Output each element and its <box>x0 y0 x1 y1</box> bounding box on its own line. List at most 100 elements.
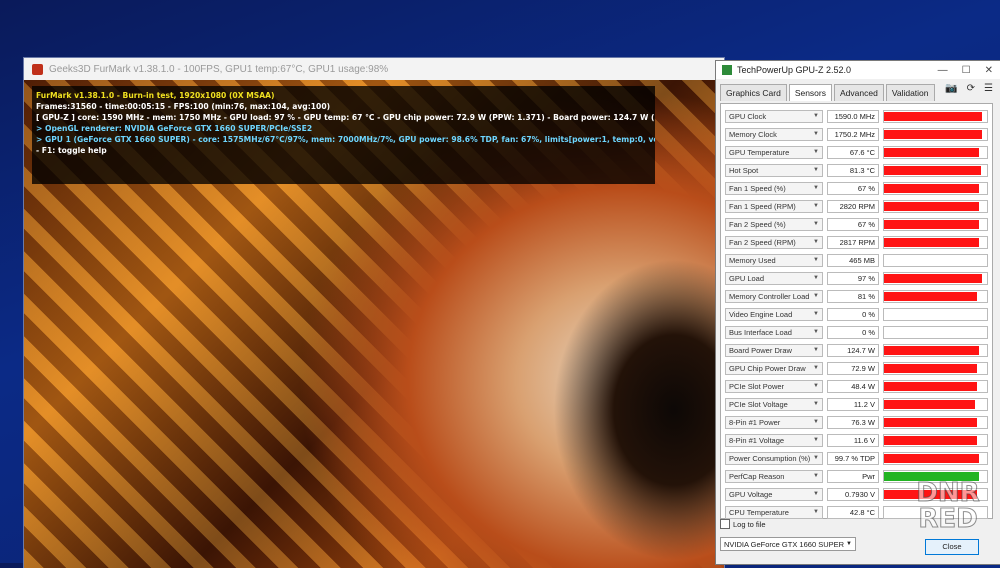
sensor-label-dropdown[interactable]: Memory Used ▼ <box>725 253 823 267</box>
sensor-row: Memory Clock ▼ 1750.2 MHz <box>725 126 988 142</box>
menu-icon[interactable]: ☰ <box>984 83 993 94</box>
sensor-graph-fill <box>884 363 977 373</box>
tab-sensors[interactable]: Sensors <box>788 84 832 101</box>
tab-graphics-card[interactable]: Graphics Card <box>720 84 787 101</box>
sensor-value: 465 MB <box>827 253 879 267</box>
chevron-down-icon: ▼ <box>813 401 819 407</box>
sensor-graph <box>883 289 988 303</box>
chevron-down-icon: ▼ <box>813 293 819 299</box>
sensor-label-dropdown[interactable]: Hot Spot ▼ <box>725 163 823 177</box>
sensor-value: 72.9 W <box>827 361 879 375</box>
watermark-line-2: RED <box>918 504 978 534</box>
chevron-down-icon: ▼ <box>813 113 819 119</box>
sensor-label-dropdown[interactable]: 8-Pin #1 Power ▼ <box>725 415 823 429</box>
sensor-value: 81.3 °C <box>827 163 879 177</box>
sensor-label-dropdown[interactable]: Memory Clock ▼ <box>725 127 823 141</box>
sensor-row: Board Power Draw ▼ 124.7 W <box>725 342 988 358</box>
sensor-label-dropdown[interactable]: Fan 1 Speed (%) ▼ <box>725 181 823 195</box>
sensor-graph-fill <box>884 417 977 427</box>
sensor-label-dropdown[interactable]: Bus Interface Load ▼ <box>725 325 823 339</box>
sensor-label-dropdown[interactable]: Board Power Draw ▼ <box>725 343 823 357</box>
sensor-label-dropdown[interactable]: PerfCap Reason ▼ <box>725 469 823 483</box>
sensor-label: 8-Pin #1 Voltage <box>729 435 785 445</box>
sensor-list: GPU Clock ▼ 1590.0 MHz Memory Clock ▼ 1750.2 … <box>720 103 993 519</box>
sensor-value: 67.6 °C <box>827 145 879 159</box>
sensor-graph <box>883 379 988 393</box>
tab-advanced[interactable]: Advanced <box>834 84 884 101</box>
sensor-row: Memory Used ▼ 465 MB <box>725 252 988 268</box>
sensor-graph <box>883 199 988 213</box>
log-to-file-option[interactable]: Log to file <box>720 519 766 529</box>
sensor-row: Fan 2 Speed (RPM) ▼ 2817 RPM <box>725 234 988 250</box>
overlay-line-frames: Frames:31560 - time:00:05:15 - FPS:100 (… <box>36 102 331 111</box>
sensor-graph-fill <box>884 237 979 247</box>
sensor-label: PCIe Slot Voltage <box>729 399 788 409</box>
sensor-graph-fill <box>884 165 981 175</box>
chevron-down-icon: ▼ <box>813 167 819 173</box>
sensor-graph-fill <box>884 147 979 157</box>
sensor-label-dropdown[interactable]: Fan 2 Speed (RPM) ▼ <box>725 235 823 249</box>
maximize-icon[interactable]: ☐ <box>962 65 971 76</box>
camera-icon[interactable]: 📷 <box>945 83 957 94</box>
device-select[interactable]: NVIDIA GeForce GTX 1660 SUPER ▼ <box>720 537 856 551</box>
chevron-down-icon: ▼ <box>813 203 819 209</box>
sensor-value: 48.4 W <box>827 379 879 393</box>
sensor-row: Bus Interface Load ▼ 0 % <box>725 324 988 340</box>
sensor-value: 67 % <box>827 217 879 231</box>
sensor-label-dropdown[interactable]: Power Consumption (%) ▼ <box>725 451 823 465</box>
sensor-graph <box>883 109 988 123</box>
log-to-file-checkbox[interactable] <box>720 519 730 529</box>
furmark-window: Geeks3D FurMark v1.38.1.0 - 100FPS, GPU1… <box>24 58 724 568</box>
furmark-titlebar[interactable]: Geeks3D FurMark v1.38.1.0 - 100FPS, GPU1… <box>24 58 724 80</box>
chevron-down-icon: ▼ <box>813 311 819 317</box>
device-select-value: NVIDIA GeForce GTX 1660 SUPER <box>724 540 845 549</box>
minimize-icon[interactable]: — <box>938 65 948 76</box>
sensor-label-dropdown[interactable]: PCIe Slot Power ▼ <box>725 379 823 393</box>
sensor-label-dropdown[interactable]: GPU Load ▼ <box>725 271 823 285</box>
sensor-label-dropdown[interactable]: GPU Chip Power Draw ▼ <box>725 361 823 375</box>
sensor-label-dropdown[interactable]: GPU Voltage ▼ <box>725 487 823 501</box>
gpuz-titlebar[interactable]: TechPowerUp GPU-Z 2.52.0 — ☐ ✕ <box>716 61 1000 79</box>
sensor-label-dropdown[interactable]: Memory Controller Load ▼ <box>725 289 823 303</box>
sensor-label-dropdown[interactable]: Fan 1 Speed (RPM) ▼ <box>725 199 823 213</box>
sensor-graph <box>883 217 988 231</box>
sensor-value: 11.2 V <box>827 397 879 411</box>
sensor-graph-fill <box>884 273 982 283</box>
watermark-logo: DNR RED <box>906 480 990 546</box>
chevron-down-icon: ▼ <box>813 149 819 155</box>
chevron-down-icon: ▼ <box>813 365 819 371</box>
sensor-label-dropdown[interactable]: 8-Pin #1 Voltage ▼ <box>725 433 823 447</box>
sensor-label-dropdown[interactable]: CPU Temperature ▼ <box>725 505 823 519</box>
refresh-icon[interactable]: ⟳ <box>967 83 975 94</box>
sensor-graph <box>883 433 988 447</box>
chevron-down-icon: ▼ <box>813 491 819 497</box>
chevron-down-icon: ▼ <box>813 239 819 245</box>
tab-validation[interactable]: Validation <box>885 84 935 101</box>
sensor-value: 1590.0 MHz <box>827 109 879 123</box>
gpuz-app-icon <box>722 65 732 75</box>
sensor-graph <box>883 181 988 195</box>
sensor-row: Fan 1 Speed (RPM) ▼ 2820 RPM <box>725 198 988 214</box>
sensor-row: PCIe Slot Voltage ▼ 11.2 V <box>725 396 988 412</box>
sensor-label-dropdown[interactable]: GPU Temperature ▼ <box>725 145 823 159</box>
sensor-value: 97 % <box>827 271 879 285</box>
sensor-graph-fill <box>884 453 979 463</box>
sensor-row: Fan 2 Speed (%) ▼ 67 % <box>725 216 988 232</box>
sensor-graph-fill <box>884 111 982 121</box>
sensor-row: 8-Pin #1 Power ▼ 76.3 W <box>725 414 988 430</box>
sensor-label: GPU Load <box>729 273 765 283</box>
sensor-label-dropdown[interactable]: Video Engine Load ▼ <box>725 307 823 321</box>
close-icon[interactable]: ✕ <box>985 65 993 76</box>
sensor-row: Memory Controller Load ▼ 81 % <box>725 288 988 304</box>
sensor-label-dropdown[interactable]: Fan 2 Speed (%) ▼ <box>725 217 823 231</box>
furmark-render-scene: FurMark v1.38.1.0 - Burn-in test, 1920x1… <box>24 80 724 568</box>
chevron-down-icon: ▼ <box>813 455 819 461</box>
sensor-label-dropdown[interactable]: PCIe Slot Voltage ▼ <box>725 397 823 411</box>
sensor-graph <box>883 415 988 429</box>
log-to-file-label: Log to file <box>733 519 766 529</box>
sensor-value: 0 % <box>827 325 879 339</box>
sensor-graph-fill <box>884 183 979 193</box>
chevron-down-icon: ▼ <box>813 329 819 335</box>
sensor-label-dropdown[interactable]: GPU Clock ▼ <box>725 109 823 123</box>
sensor-label: Memory Used <box>729 255 776 265</box>
